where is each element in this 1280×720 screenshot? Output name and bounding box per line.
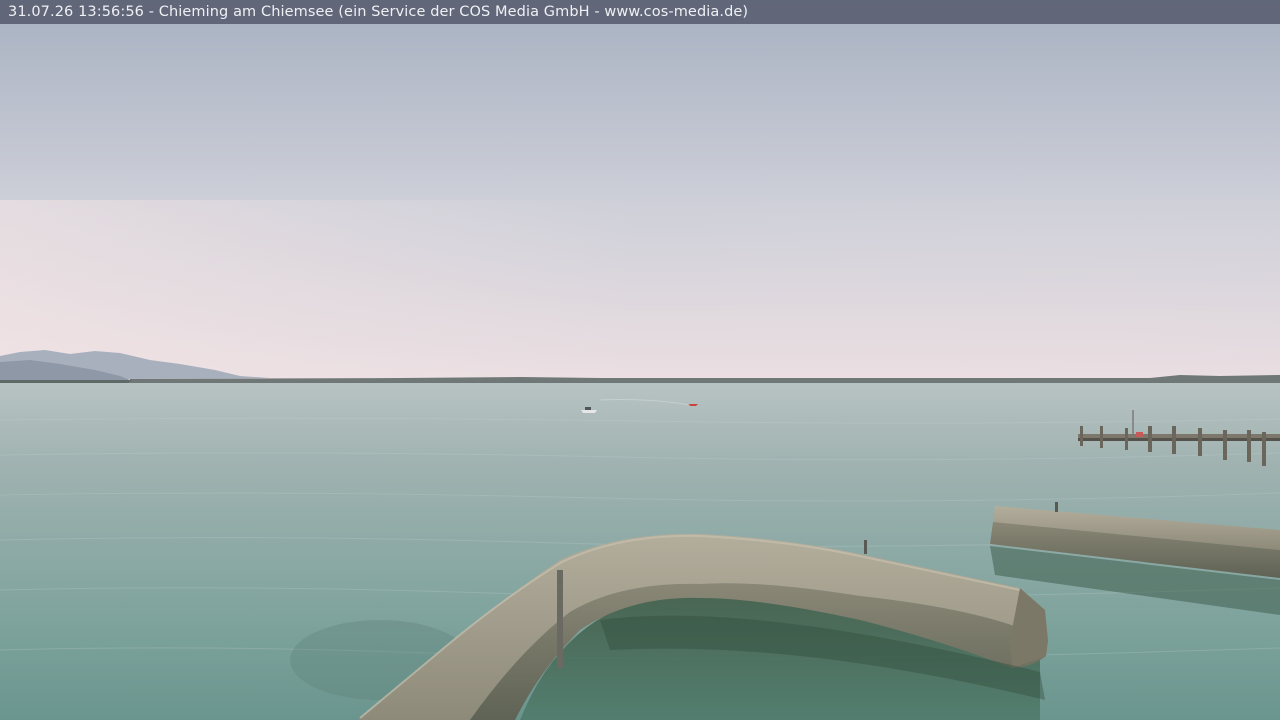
webcam-caption-bar: 31.07.26 13:56:56 - Chieming am Chiemsee…	[0, 0, 1280, 24]
webcam-timestamp-caption: 31.07.26 13:56:56 - Chieming am Chiemsee…	[8, 4, 749, 20]
wall-pole	[557, 570, 563, 668]
webcam-image	[0, 0, 1280, 720]
sky-haze	[0, 200, 1280, 382]
